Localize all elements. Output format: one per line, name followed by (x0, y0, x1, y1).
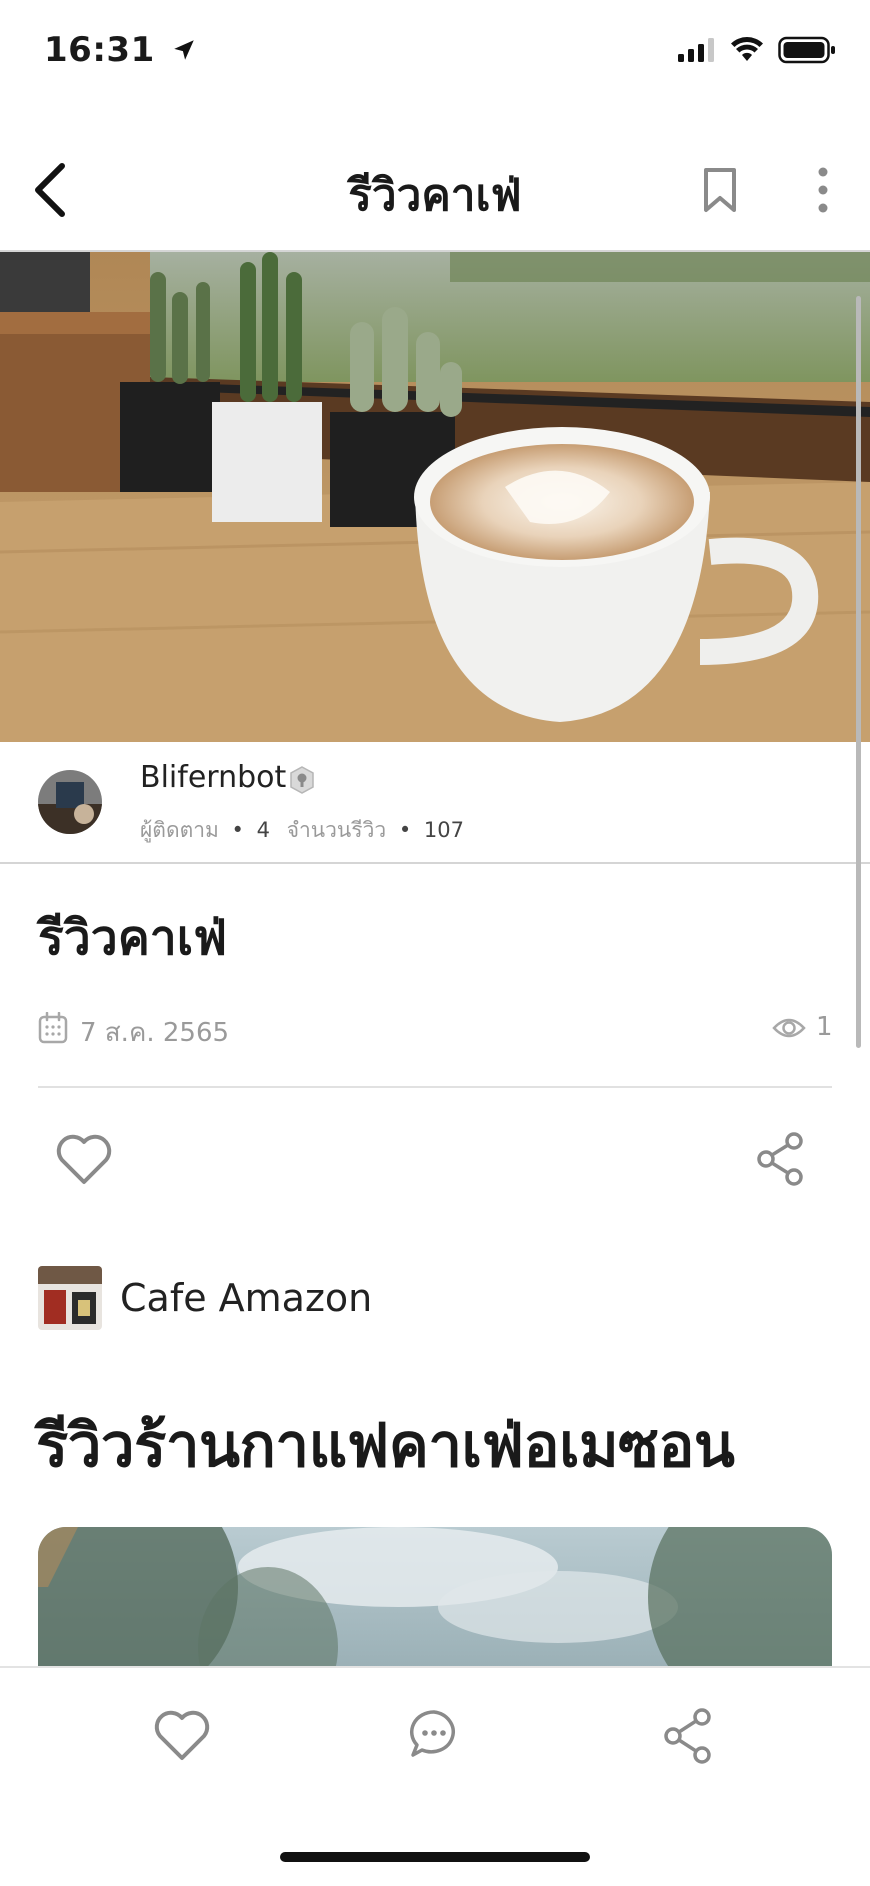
shop-thumbnail[interactable] (38, 1266, 102, 1330)
share-button[interactable] (756, 1132, 806, 1186)
content-divider (38, 1086, 832, 1088)
stats-separator: • (398, 818, 412, 842)
like-button[interactable] (54, 1132, 114, 1186)
author-divider (0, 862, 870, 864)
cover-photo-illustration (0, 252, 870, 742)
scrollbar[interactable] (856, 296, 861, 1048)
more-vertical-icon (818, 167, 828, 213)
author-avatar[interactable] (38, 770, 102, 834)
bottom-like-button[interactable] (152, 1708, 212, 1762)
battery-icon (778, 36, 835, 64)
view-count: 1 (816, 1012, 833, 1042)
bottom-share-button[interactable] (662, 1708, 714, 1764)
heart-icon (56, 1134, 112, 1184)
comment-icon (409, 1710, 455, 1757)
heart-icon (154, 1710, 210, 1760)
wifi-icon (731, 37, 763, 61)
reviews-label: จำนวนรีวิว (286, 818, 387, 842)
bookmark-button[interactable] (700, 166, 740, 214)
followers-count: 4 (256, 818, 270, 842)
badge-icon (288, 766, 316, 794)
followers-label: ผู้ติดตาม (140, 818, 219, 842)
article-headline: รีวิวร้านกาแฟคาเฟ่อเมซอน (36, 1411, 735, 1481)
more-options-button[interactable] (808, 166, 838, 214)
bookmark-icon (704, 168, 736, 212)
calendar-icon (38, 1011, 68, 1044)
cover-photo[interactable] (0, 252, 870, 742)
share-icon (757, 1132, 803, 1186)
status-indicators (678, 36, 836, 64)
author-avatar-illustration (38, 770, 102, 834)
location-arrow-icon (174, 40, 194, 60)
signal-icon (678, 38, 714, 62)
stats-separator: • (231, 818, 244, 842)
reviews-count: 107 (423, 818, 465, 842)
status-time-text: 16:31 (44, 30, 155, 70)
share-icon (664, 1708, 711, 1764)
author-name[interactable]: Blifernbot (140, 760, 286, 795)
post-date: 7 ส.ค. 2565 (80, 1018, 230, 1048)
author-stats: ผู้ติดตาม • 4 จำนวนรีวิว • 107 (140, 814, 464, 847)
home-indicator[interactable] (280, 1852, 590, 1862)
bottom-comment-button[interactable] (408, 1708, 460, 1760)
post-title: รีวิวคาเฟ่ (38, 910, 228, 966)
status-time: 16:31 (44, 30, 197, 70)
shop-name[interactable]: Cafe Amazon (120, 1276, 372, 1320)
eye-icon (772, 1014, 806, 1042)
shop-thumbnail-illustration (38, 1266, 102, 1330)
